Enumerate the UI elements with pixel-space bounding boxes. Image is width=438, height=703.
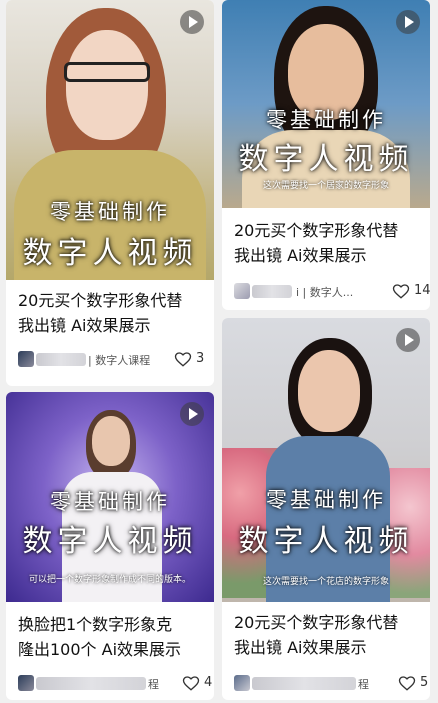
like-count: 5 (420, 675, 429, 690)
heart-icon[interactable] (182, 674, 200, 692)
overlay-text-line1: 零基础制作 (266, 108, 386, 132)
author-name-blurred (36, 353, 86, 366)
author-name-blurred (252, 677, 356, 690)
avatar[interactable] (18, 351, 34, 367)
video-subtitle: 这次需要找一个居家的数字形象 (262, 181, 389, 191)
overlay-text-line2: 数字人视频 (22, 524, 198, 559)
like-count: 14 (414, 283, 430, 298)
author-name-blurred (252, 285, 292, 298)
video-card-1[interactable]: 零基础制作 数字人视频 20元买个数字形象代替 我出镜 Ai效果展示 | 数字人… (6, 0, 214, 386)
overlay-text-line1: 零基础制作 (50, 200, 170, 224)
video-title[interactable]: 20元买个数字形象代替 我出镜 Ai效果展示 (234, 610, 420, 660)
avatar[interactable] (18, 675, 34, 691)
avatar[interactable] (234, 675, 250, 691)
video-meta: 程 5 (234, 674, 428, 694)
video-subtitle: 这次需要找一个花店的数字形象 (262, 577, 389, 587)
avatar[interactable] (234, 283, 250, 299)
person-face (66, 30, 148, 140)
like-count: 4 (204, 675, 213, 690)
play-icon[interactable] (396, 10, 420, 34)
person-face (298, 350, 360, 432)
video-title[interactable]: 20元买个数字形象代替 我出镜 Ai效果展示 (234, 218, 420, 268)
overlay-text-line2: 数字人视频 (238, 524, 414, 559)
channel-name: 程 (148, 678, 159, 691)
video-meta: i | 数字人... 14 (234, 282, 430, 302)
video-subtitle: 可以把一个数字形象制作成不同的版本。 (28, 575, 191, 585)
video-thumbnail[interactable]: 零基础制作 数字人视频 (6, 0, 214, 280)
play-icon[interactable] (180, 402, 204, 426)
video-card-4[interactable]: 零基础制作 数字人视频 这次需要找一个花店的数字形象 20元买个数字形象代替 我… (222, 318, 430, 700)
heart-icon[interactable] (398, 674, 416, 692)
author-name-blurred (36, 677, 146, 690)
video-thumbnail[interactable]: 零基础制作 数字人视频 这次需要找一个居家的数字形象 (222, 0, 430, 208)
video-title[interactable]: 换脸把1个数字形象克 隆出100个 Ai效果展示 (18, 612, 204, 662)
glasses-icon (64, 62, 150, 82)
overlay-text-line1: 零基础制作 (50, 490, 170, 514)
heart-icon[interactable] (392, 282, 410, 300)
video-card-2[interactable]: 零基础制作 数字人视频 这次需要找一个居家的数字形象 20元买个数字形象代替 我… (222, 0, 430, 310)
video-meta: | 数字人课程 3 (18, 350, 204, 370)
play-icon[interactable] (396, 328, 420, 352)
person-face (92, 416, 130, 466)
like-count: 3 (196, 351, 205, 366)
video-title[interactable]: 20元买个数字形象代替 我出镜 Ai效果展示 (18, 288, 204, 338)
video-thumbnail[interactable]: 零基础制作 数字人视频 可以把一个数字形象制作成不同的版本。 (6, 392, 214, 602)
channel-name: 程 (358, 678, 369, 691)
heart-icon[interactable] (174, 350, 192, 368)
channel-name: | 数字人课程 (88, 354, 151, 367)
video-thumbnail[interactable]: 零基础制作 数字人视频 这次需要找一个花店的数字形象 (222, 318, 430, 602)
video-meta: 程 4 (18, 674, 212, 694)
play-icon[interactable] (180, 10, 204, 34)
overlay-text-line2: 数字人视频 (238, 142, 414, 177)
overlay-text-line2: 数字人视频 (22, 236, 198, 271)
channel-name: i | 数字人... (296, 286, 354, 299)
overlay-text-line1: 零基础制作 (266, 488, 386, 512)
video-card-3[interactable]: 零基础制作 数字人视频 可以把一个数字形象制作成不同的版本。 换脸把1个数字形象… (6, 392, 214, 700)
